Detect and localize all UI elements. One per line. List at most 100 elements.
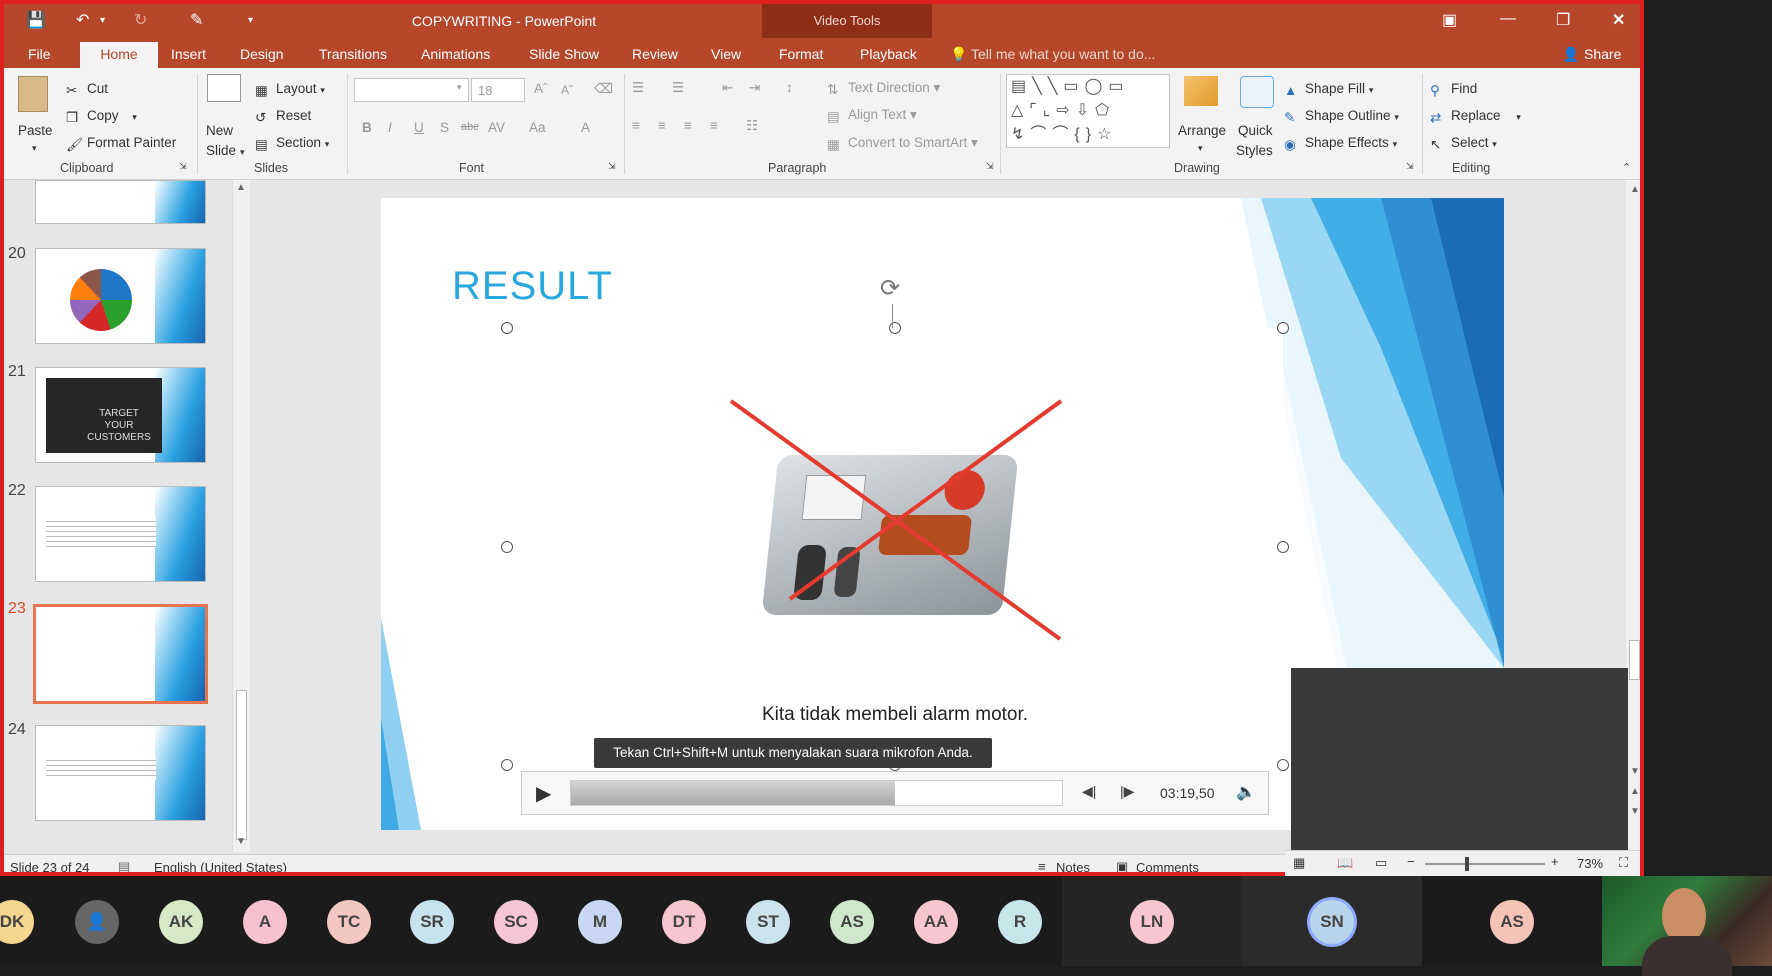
scroll-up-icon[interactable]: ▲ <box>1630 184 1640 195</box>
participant-avatar[interactable]: AS <box>1490 900 1534 944</box>
scroll-up-icon[interactable]: ▲ <box>236 182 246 193</box>
align-text-button[interactable]: ▤ Align Text ▾ <box>827 107 917 124</box>
find-button[interactable]: ⚲ Find <box>1430 81 1477 98</box>
select-button[interactable]: ↖ Select ▾ <box>1430 135 1497 152</box>
convert-smartart-button[interactable]: ▦ Convert to SmartArt ▾ <box>827 135 978 152</box>
tab-insert[interactable]: Insert <box>171 46 206 62</box>
thumbnail-scrollbar[interactable]: ▲ ▼ <box>232 180 250 852</box>
participant-avatar[interactable]: ST <box>746 900 790 944</box>
line-spacing-icon[interactable]: ↕ <box>786 80 793 95</box>
new-slide-dropdown-icon[interactable]: ▾ <box>240 147 245 158</box>
shadow-icon[interactable]: S <box>440 120 449 135</box>
participant-avatar-speaking[interactable]: SN <box>1310 900 1354 944</box>
slide-thumbnail-23[interactable] <box>33 604 208 704</box>
strikethrough-icon[interactable]: abc <box>461 121 479 133</box>
underline-icon[interactable]: U <box>414 120 424 135</box>
participant-avatar[interactable]: SC <box>494 900 538 944</box>
media-progress-bar[interactable] <box>570 780 1063 806</box>
align-right-icon[interactable]: ≡ <box>684 118 692 133</box>
slide-thumbnail-22[interactable] <box>35 486 206 582</box>
slide-scrollbar[interactable]: ▲ ▼ ▲ ▼ <box>1626 180 1640 852</box>
tab-home[interactable]: Home <box>80 42 158 68</box>
shapes-gallery[interactable]: ▤╲╲▭◯▭ △⌜⌞⇨⇩⬠ ↯⌒⌒{}☆ <box>1006 74 1170 148</box>
italic-icon[interactable]: I <box>388 120 392 135</box>
font-color-icon[interactable]: A <box>581 120 590 135</box>
copy-button[interactable]: ❐ Copy ▾ <box>66 108 137 125</box>
scroll-thumb[interactable] <box>1629 640 1640 680</box>
font-name-dropdown-icon[interactable]: ▾ <box>457 82 462 93</box>
arrange-icon[interactable] <box>1184 76 1218 106</box>
justify-icon[interactable]: ≡ <box>710 118 718 133</box>
tab-view[interactable]: View <box>711 46 741 62</box>
tab-file[interactable]: File <box>28 46 51 62</box>
shrink-font-icon[interactable]: Aˇ <box>561 83 573 97</box>
zoom-slider[interactable] <box>1425 863 1545 865</box>
participant-avatar[interactable]: AS <box>830 900 874 944</box>
scroll-thumb[interactable] <box>236 690 247 840</box>
minimize-button[interactable]: — <box>1500 10 1516 28</box>
new-slide-button-line2[interactable]: Slide <box>206 143 236 158</box>
shape-fill-button[interactable]: ▲ Shape Fill ▾ <box>1284 81 1373 98</box>
skip-forward-icon[interactable]: |▶ <box>1120 783 1134 800</box>
change-case-icon[interactable]: Aa <box>529 120 546 135</box>
numbering-icon[interactable]: ☰ <box>672 80 684 96</box>
participant-avatar[interactable]: SR <box>410 900 454 944</box>
reading-view-icon[interactable]: 📖 <box>1337 855 1353 871</box>
video-placeholder[interactable] <box>501 322 1289 771</box>
align-left-icon[interactable]: ≡ <box>632 118 640 133</box>
play-icon[interactable]: ▶ <box>536 781 551 806</box>
slide-thumbnail-20[interactable] <box>35 248 206 344</box>
participant-avatar[interactable]: AK <box>159 900 203 944</box>
participant-avatar[interactable]: TC <box>327 900 371 944</box>
language-indicator[interactable]: English (United States) <box>154 860 287 872</box>
resize-handle[interactable] <box>501 322 513 334</box>
font-launcher-icon[interactable]: ⇲ <box>608 161 616 172</box>
shape-outline-button[interactable]: ✎ Shape Outline ▾ <box>1284 108 1399 125</box>
comments-button[interactable]: Comments <box>1136 860 1199 872</box>
quick-styles-button-line2[interactable]: Styles <box>1236 143 1273 158</box>
reset-button[interactable]: ↺ Reset <box>255 108 311 125</box>
participant-avatar[interactable]: LN <box>1130 900 1174 944</box>
paste-button[interactable]: Paste <box>18 123 53 138</box>
slide-thumbnail-24[interactable] <box>35 725 206 821</box>
share-button[interactable]: Share <box>1584 46 1621 62</box>
tab-animations[interactable]: Animations <box>421 46 490 62</box>
participant-video-feed[interactable] <box>1602 876 1772 976</box>
new-slide-icon[interactable] <box>207 74 241 102</box>
resize-handle[interactable] <box>1277 759 1289 771</box>
slide-thumbnail-19[interactable] <box>35 180 206 224</box>
section-button[interactable]: ▤ Section ▾ <box>255 135 329 152</box>
volume-icon[interactable]: 🔈 <box>1236 782 1256 802</box>
zoom-level[interactable]: 73% <box>1577 856 1603 871</box>
arrange-dropdown-icon[interactable]: ▾ <box>1198 143 1203 154</box>
next-slide-icon[interactable]: ▼ <box>1630 806 1640 817</box>
slide-thumbnail-21[interactable]: TARGET YOUR CUSTOMERS <box>35 367 206 463</box>
ribbon-display-icon[interactable]: ▣ <box>1442 10 1457 30</box>
tab-review[interactable]: Review <box>632 46 678 62</box>
participant-avatar[interactable]: DT <box>662 900 706 944</box>
copy-dropdown-icon[interactable]: ▾ <box>132 112 137 122</box>
fit-slide-icon[interactable]: ⛶ <box>1619 855 1628 871</box>
tab-slide-show[interactable]: Slide Show <box>529 46 599 62</box>
paste-dropdown-icon[interactable]: ▾ <box>32 143 37 154</box>
zoom-slider-thumb[interactable] <box>1465 857 1469 871</box>
restore-button[interactable]: ❐ <box>1556 10 1570 30</box>
character-spacing-icon[interactable]: AV <box>488 120 505 135</box>
bullets-icon[interactable]: ☰ <box>632 80 644 96</box>
font-size-input[interactable]: 18 <box>471 78 525 102</box>
font-name-input[interactable] <box>354 78 469 102</box>
increase-indent-icon[interactable]: ⇥ <box>749 80 760 96</box>
quick-styles-button[interactable]: Quick <box>1238 123 1273 138</box>
rotate-handle-icon[interactable]: ⟳ <box>880 274 900 303</box>
scroll-down-icon[interactable]: ▼ <box>236 836 246 847</box>
paragraph-launcher-icon[interactable]: ⇲ <box>986 161 994 172</box>
skip-back-icon[interactable]: ◀​| <box>1082 783 1096 800</box>
grow-font-icon[interactable]: Aˆ <box>534 81 548 96</box>
arrange-button[interactable]: Arrange <box>1178 123 1226 138</box>
columns-icon[interactable]: ☷ <box>746 118 758 134</box>
shape-effects-button[interactable]: ◉ Shape Effects ▾ <box>1284 135 1397 152</box>
scroll-down-icon[interactable]: ▼ <box>1630 766 1640 777</box>
tab-playback[interactable]: Playback <box>860 46 917 62</box>
clipboard-launcher-icon[interactable]: ⇲ <box>179 161 187 172</box>
participant-avatar[interactable]: M <box>578 900 622 944</box>
